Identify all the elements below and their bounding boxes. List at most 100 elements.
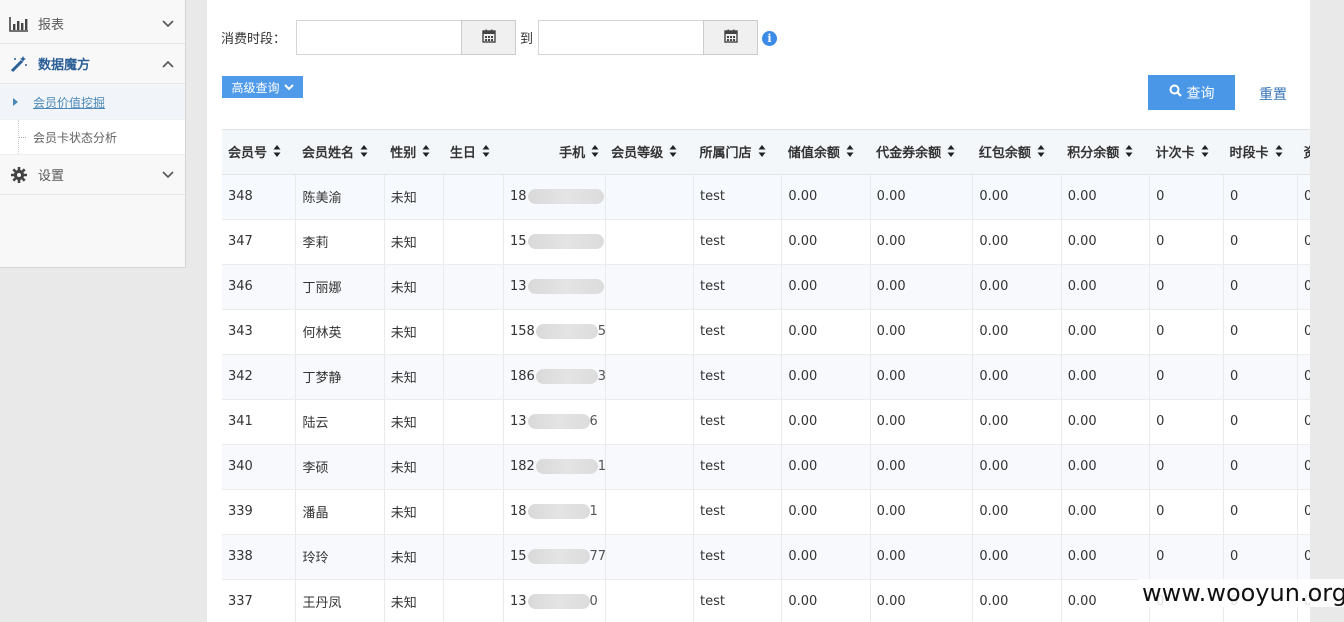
- column-header[interactable]: 所属门店: [693, 130, 782, 175]
- search-button[interactable]: 查询: [1148, 75, 1235, 110]
- cell-voucher: 0.00: [870, 264, 974, 310]
- sidebar-item-settings[interactable]: 设置: [0, 155, 185, 195]
- cell-stored: 0.00: [781, 399, 871, 445]
- phone-suffix: 3: [598, 369, 604, 384]
- phone-prefix: 182: [509, 459, 535, 474]
- advanced-query-button[interactable]: 高级查询: [222, 76, 303, 98]
- column-header[interactable]: 资格卡: [1297, 130, 1310, 175]
- chevron-down-icon: [283, 80, 294, 94]
- sort-icon[interactable]: [1037, 144, 1045, 162]
- phone-prefix: 13: [509, 594, 527, 609]
- start-date-input[interactable]: [296, 20, 462, 55]
- cell-gender: 未知: [384, 579, 445, 622]
- sort-icon[interactable]: [360, 144, 368, 162]
- sort-icon[interactable]: [482, 144, 490, 162]
- sort-icon[interactable]: [669, 144, 677, 162]
- cell-count-card: 0: [1149, 534, 1225, 580]
- redacted-phone-blur: [535, 324, 598, 339]
- phone-suffix: 1: [598, 459, 604, 474]
- sidebar-item-data-cube[interactable]: 数据魔方: [0, 44, 185, 84]
- cell-redpacket: 0.00: [972, 399, 1062, 445]
- sort-icon[interactable]: [591, 144, 599, 162]
- cell-gender: 未知: [384, 399, 445, 445]
- redacted-phone-blur: [535, 459, 598, 474]
- cell-qual-card: 0: [1297, 534, 1310, 580]
- cell-level: [605, 354, 694, 400]
- table-row[interactable]: 347李莉未知15test0.000.000.000.00000: [222, 219, 1310, 265]
- column-header[interactable]: 生日: [443, 130, 504, 175]
- cell-gender: 未知: [384, 309, 445, 355]
- end-date-button[interactable]: [703, 20, 758, 55]
- sort-icon[interactable]: [846, 144, 854, 162]
- column-header[interactable]: 代金券余额: [870, 130, 973, 175]
- info-icon[interactable]: i: [762, 31, 777, 46]
- phone-suffix: 1: [589, 504, 598, 519]
- phone-prefix: 158: [509, 324, 535, 339]
- sort-icon[interactable]: [422, 144, 430, 162]
- start-date-button[interactable]: [461, 20, 516, 55]
- cell-id: 339: [222, 489, 297, 535]
- cell-points: 0.00: [1061, 309, 1151, 355]
- cell-store: test: [693, 579, 783, 622]
- cell-phone: 13 0: [503, 579, 606, 622]
- table-row[interactable]: 338玲玲未知1577test0.000.000.000.00000: [222, 534, 1310, 580]
- sort-icon[interactable]: [1201, 144, 1209, 162]
- table-row[interactable]: 341陆云未知136test0.000.000.000.00000: [222, 399, 1310, 445]
- cell-id: 343: [222, 309, 297, 355]
- sidebar-item-reports[interactable]: 报表: [0, 4, 185, 44]
- table-header-row: 会员号 会员姓名 性别 生日 手机 会员等级 所属门店 储值余额 代金券余额 红包余额 积分余额 计次…: [222, 130, 1310, 175]
- column-header-label: 储值余额: [787, 145, 840, 161]
- column-header[interactable]: 时段卡: [1223, 130, 1298, 175]
- cell-gender: 未知: [384, 444, 445, 490]
- cell-period-card: 0: [1223, 354, 1298, 400]
- cell-phone: 1863: [503, 354, 606, 400]
- reset-button[interactable]: 重置: [1259, 84, 1287, 104]
- column-header[interactable]: 红包余额: [972, 130, 1062, 175]
- redacted-phone-blur: [527, 279, 604, 294]
- search-icon: [1169, 84, 1182, 101]
- cell-stored: 0.00: [781, 174, 871, 220]
- sidebar-subitem-member-value[interactable]: 会员价值挖掘: [0, 85, 185, 120]
- table-row[interactable]: 340李硕未知1821test0.000.000.000.00000: [222, 444, 1310, 490]
- column-header[interactable]: 储值余额: [781, 130, 871, 175]
- redacted-phone-blur: [527, 189, 604, 204]
- cell-points: 0.00: [1061, 444, 1151, 490]
- sidebar-subitem-card-status[interactable]: 会员卡状态分析: [0, 120, 185, 155]
- cell-points: 0.00: [1061, 489, 1151, 535]
- cell-voucher: 0.00: [870, 309, 974, 355]
- column-header[interactable]: 性别: [384, 130, 444, 175]
- column-header-label: 生日: [449, 145, 476, 161]
- table-row[interactable]: 342丁梦静未知1863test0.000.000.000.00000: [222, 354, 1310, 400]
- sidebar-subitem-label: 会员卡状态分析: [33, 130, 118, 145]
- cell-gender: 未知: [384, 264, 445, 310]
- cell-period-card: 0: [1223, 399, 1298, 445]
- sort-icon[interactable]: [758, 144, 766, 162]
- cell-points: 0.00: [1061, 399, 1151, 445]
- column-header[interactable]: 计次卡: [1149, 130, 1224, 175]
- sidebar-subitem-label: 会员价值挖掘: [33, 95, 106, 110]
- end-date-input[interactable]: [538, 20, 704, 55]
- column-header-label: 手机: [559, 145, 586, 161]
- cell-points: 0.00: [1061, 354, 1151, 400]
- column-header[interactable]: 积分余额: [1061, 130, 1150, 175]
- column-header[interactable]: 会员号: [222, 130, 296, 175]
- cell-qual-card: 0: [1297, 489, 1310, 535]
- table-row[interactable]: 346丁丽娜未知13test0.000.000.000.00000: [222, 264, 1310, 310]
- column-header[interactable]: 会员姓名: [295, 130, 385, 175]
- sort-icon[interactable]: [273, 144, 281, 162]
- table-row[interactable]: 343何林英未知1585test0.000.000.000.00000: [222, 309, 1310, 355]
- sort-icon[interactable]: [1275, 144, 1283, 162]
- table-row[interactable]: 339潘晶未知181test0.000.000.000.00000: [222, 489, 1310, 535]
- sort-icon[interactable]: [947, 144, 955, 162]
- cell-count-card: 0: [1149, 309, 1225, 355]
- cell-phone: 15 77: [503, 534, 606, 580]
- member-table-container: 会员号 会员姓名 性别 生日 手机 会员等级 所属门店 储值余额 代金券余额 红包余额 积分余额 计次…: [222, 129, 1310, 622]
- cell-id: 348: [222, 174, 297, 220]
- table-row[interactable]: 348陈美渝未知18test0.000.000.000.00000: [222, 174, 1310, 220]
- cell-gender: 未知: [384, 534, 445, 580]
- column-header[interactable]: 手机: [503, 130, 606, 175]
- cell-redpacket: 0.00: [972, 174, 1062, 220]
- column-header[interactable]: 会员等级: [605, 130, 694, 175]
- main-content: 消费时段： 到 i 高级查询 查询 重置 会员号 会员姓名 性别 生日 手机 会…: [207, 0, 1310, 622]
- sort-icon[interactable]: [1125, 144, 1133, 162]
